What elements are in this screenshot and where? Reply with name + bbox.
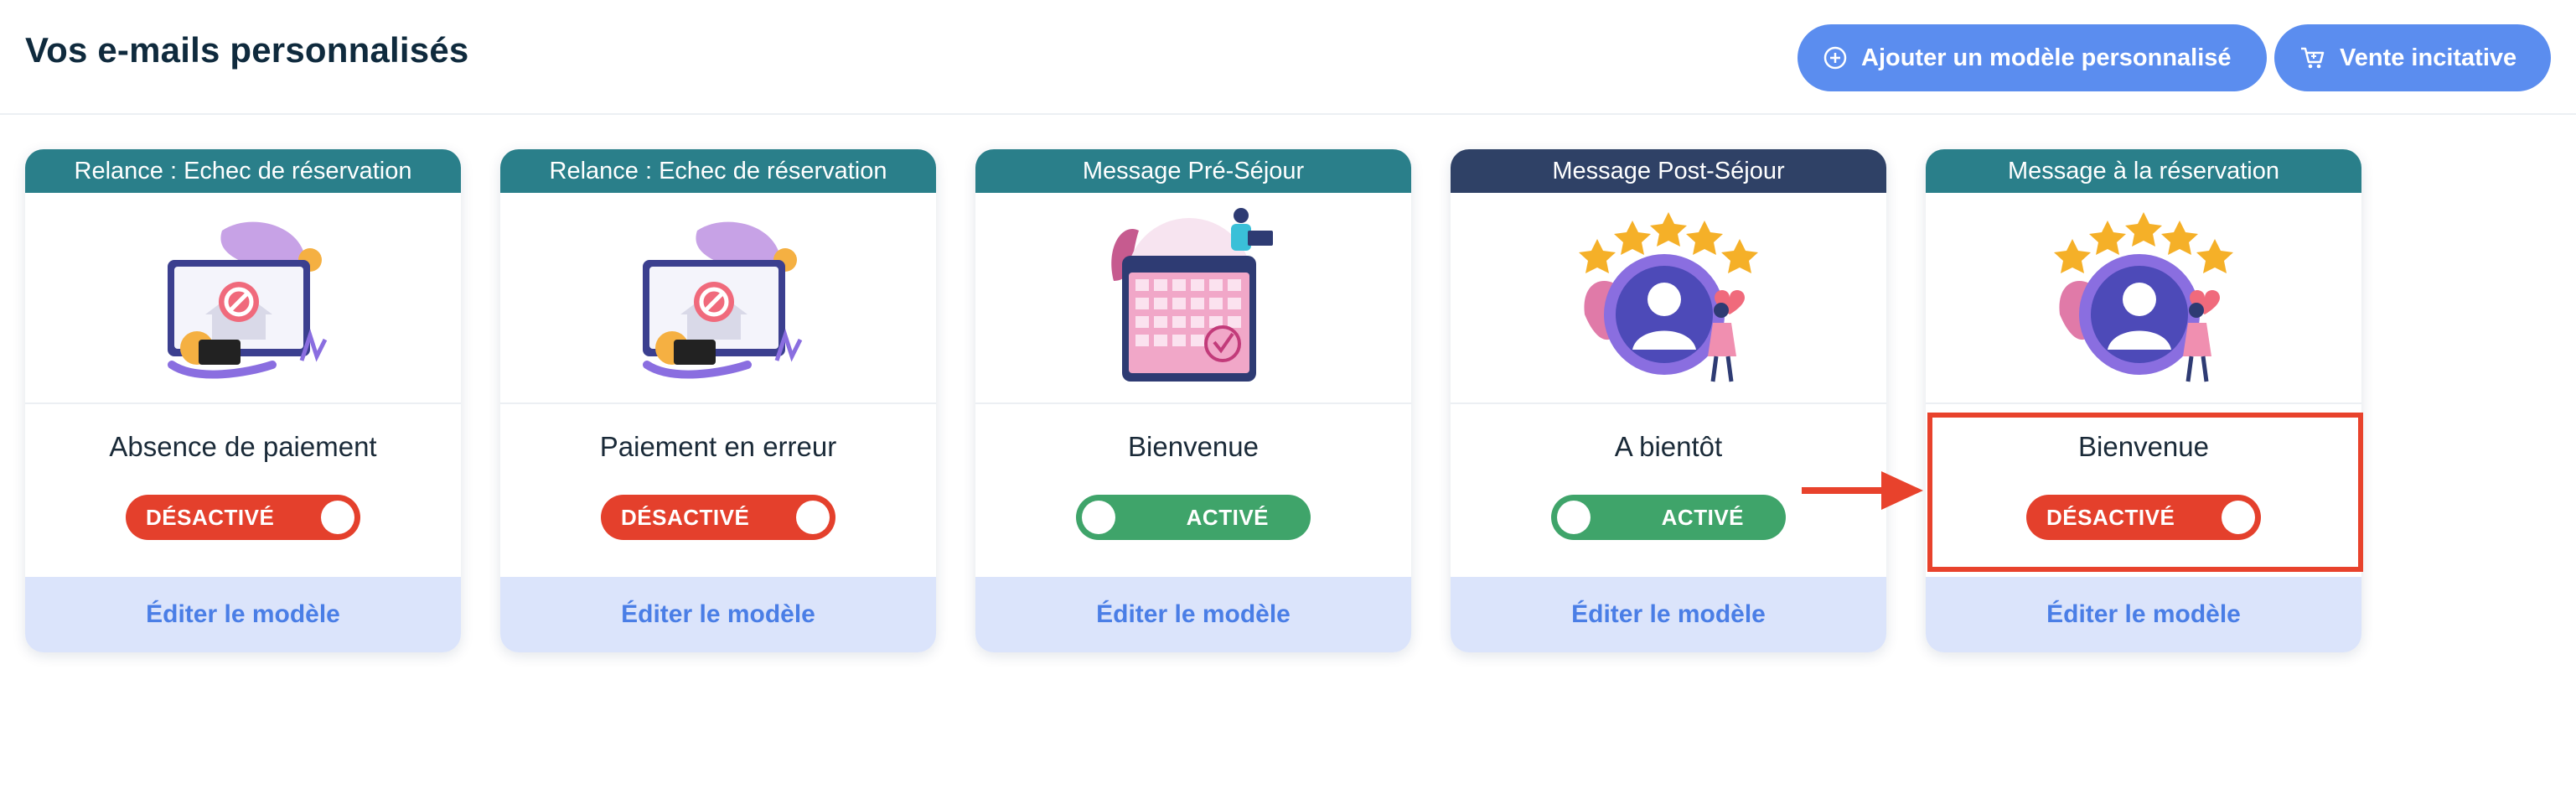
highlight-box [1927,413,2363,572]
upsell-button[interactable]: Vente incitative [2274,24,2551,91]
template-card: Message à la réservation Bienvenue DÉSAC… [1926,149,2361,652]
template-card: Relance : Echec de réservation Paiement … [500,149,936,652]
payment-failed-illustration [500,193,936,404]
arrow-right-icon [1802,471,1923,510]
status-toggle[interactable]: DÉSACTIVÉ [126,495,360,540]
page-title: Vos e-mails personnalisés [25,30,469,70]
toggle-knob [796,501,830,534]
edit-template-button[interactable]: Éditer le modèle [500,577,936,652]
status-toggle[interactable]: ACTIVÉ [1076,495,1311,540]
calendar-illustration [975,193,1411,404]
template-card: Relance : Echec de réservation Absence d… [25,149,461,652]
upsell-label: Vente incitative [2340,44,2517,71]
card-category: Relance : Echec de réservation [25,149,461,193]
toggle-knob [321,501,354,534]
card-category: Message Post-Séjour [1451,149,1886,193]
toggle-knob [1557,501,1591,534]
status-label: ACTIVÉ [1186,504,1269,530]
card-category: Message Pré-Séjour [975,149,1411,193]
template-card: Message Pré-Séjour Bienvenue ACTIVÉ Édit… [975,149,1411,652]
template-name: A bientôt [1614,431,1723,462]
review-stars-illustration [1926,193,2361,404]
template-name: Bienvenue [1128,431,1259,462]
template-card: Message Post-Séjour A bientôt ACTIVÉ Édi… [1451,149,1886,652]
status-label: DÉSACTIVÉ [146,504,275,530]
edit-template-button[interactable]: Éditer le modèle [25,577,461,652]
status-label: DÉSACTIVÉ [621,504,750,530]
toggle-knob [1082,501,1115,534]
template-name: Paiement en erreur [599,431,837,462]
status-toggle[interactable]: ACTIVÉ [1551,495,1786,540]
edit-template-button[interactable]: Éditer le modèle [1451,577,1886,652]
edit-template-button[interactable]: Éditer le modèle [1926,577,2361,652]
add-custom-template-button[interactable]: Ajouter un modèle personnalisé [1798,24,2267,91]
plus-circle-icon [1823,46,1847,70]
page-header: Vos e-mails personnalisés Ajouter un mod… [0,0,2576,115]
status-toggle[interactable]: DÉSACTIVÉ [601,495,835,540]
add-custom-template-label: Ajouter un modèle personnalisé [1861,44,2232,71]
status-label: ACTIVÉ [1661,504,1744,530]
template-name: Absence de paiement [109,431,377,462]
card-category: Message à la réservation [1926,149,2361,193]
edit-template-button[interactable]: Éditer le modèle [975,577,1411,652]
payment-failed-illustration [25,193,461,404]
cart-icon [2301,47,2325,69]
review-stars-illustration [1451,193,1886,404]
card-category: Relance : Echec de réservation [500,149,936,193]
